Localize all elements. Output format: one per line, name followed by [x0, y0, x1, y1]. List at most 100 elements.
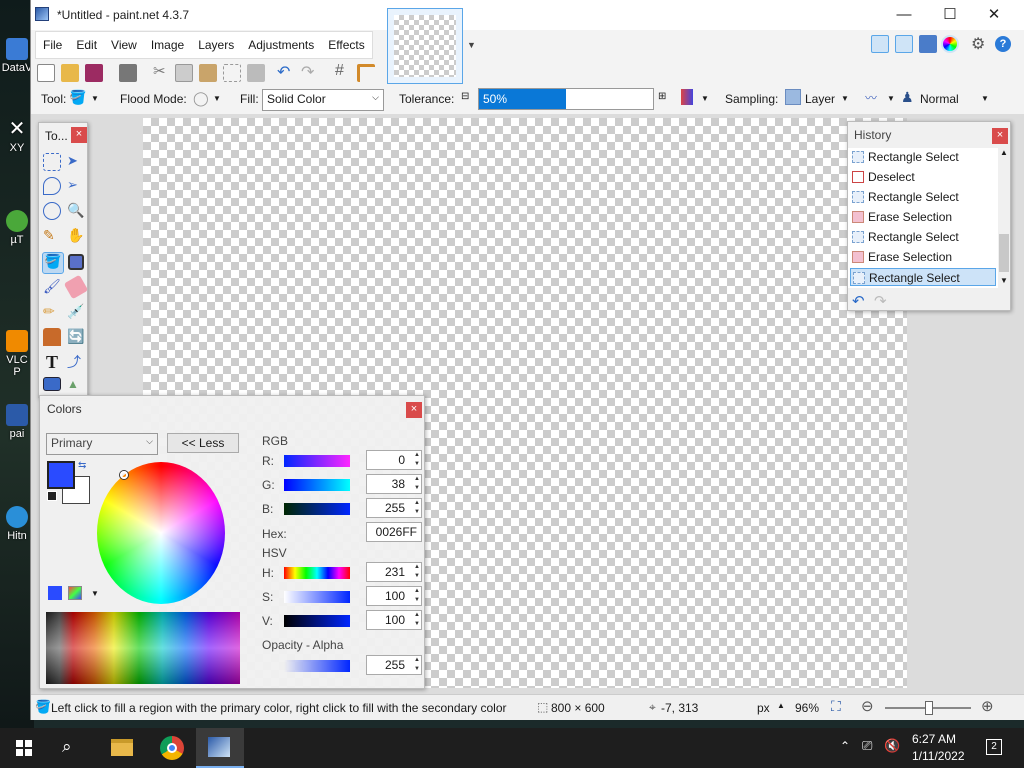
color-wheel-handle[interactable] [120, 471, 128, 479]
antialiasing-icon[interactable]: 〰 [865, 89, 877, 106]
menu-layers[interactable]: Layers [191, 32, 241, 58]
blend-mode-icon[interactable] [681, 89, 693, 105]
rulers-icon[interactable] [357, 64, 375, 82]
redo-icon[interactable]: ↷ [301, 62, 314, 82]
save-icon[interactable] [85, 64, 103, 82]
lasso-select-tool-icon[interactable] [43, 177, 61, 195]
saturation-input[interactable]: 100 ▲ ▼ [366, 586, 422, 606]
spinner-arrows-icon[interactable]: ▲ ▼ [414, 563, 420, 581]
desktop-icon-xy[interactable]: ✕ XY [0, 118, 34, 154]
history-item[interactable]: Erase Selection [850, 248, 996, 266]
zoom-level[interactable]: 96% [795, 701, 819, 715]
maximize-button[interactable]: ☐ [927, 0, 973, 30]
pan-tool-icon[interactable]: ✋ [67, 227, 85, 245]
desktop-icon-vlc[interactable]: VLC P [0, 330, 34, 378]
move-selection-tool-icon[interactable]: ➢ [67, 177, 85, 195]
copy-icon[interactable] [175, 64, 193, 82]
recolor-tool-icon[interactable]: 🔄 [67, 328, 85, 346]
undo-icon[interactable]: ↶ [277, 62, 290, 82]
text-tool-icon[interactable]: T [43, 352, 61, 372]
blue-slider[interactable] [284, 503, 350, 515]
volume-muted-icon[interactable]: 🔇 [884, 738, 900, 754]
blend-mode-dropdown-icon[interactable]: ▼ [981, 94, 989, 103]
tools-panel-close-icon[interactable]: × [71, 127, 87, 143]
palette-dropdown-icon[interactable]: ▼ [91, 589, 99, 598]
settings-gear-icon[interactable]: ⚙ [971, 34, 985, 54]
ellipse-select-tool-icon[interactable] [43, 202, 61, 220]
close-button[interactable]: ✕ [971, 0, 1017, 30]
antialiasing-dropdown-icon[interactable]: ▼ [887, 94, 895, 103]
spinner-arrows-icon[interactable]: ▲ ▼ [414, 451, 420, 469]
zoom-out-icon[interactable]: ⊖ [861, 697, 874, 715]
paint-bucket-icon[interactable]: 🪣 [69, 89, 86, 106]
primary-color-swatch[interactable] [47, 461, 75, 489]
image-tab-thumbnail[interactable] [387, 8, 463, 84]
hue-slider[interactable] [284, 567, 350, 579]
print-icon[interactable] [119, 64, 137, 82]
paintnet-taskbar-button[interactable] [196, 728, 244, 768]
red-slider[interactable] [284, 455, 350, 467]
saturation-slider[interactable] [284, 591, 350, 603]
green-input[interactable]: 38 ▲ ▼ [366, 474, 422, 494]
tolerance-collapse-icon[interactable]: ⊟ [461, 91, 469, 102]
paintbrush-tool-icon[interactable]: 🖌 [43, 278, 61, 296]
tolerance-slider[interactable]: 50% [478, 88, 654, 110]
menu-image[interactable]: Image [144, 32, 191, 58]
blend-value[interactable]: Normal [920, 92, 959, 106]
windows-start-icon[interactable] [16, 740, 32, 756]
shapes-tool-icon[interactable] [43, 377, 61, 391]
color-wheel[interactable] [97, 462, 225, 604]
spinner-arrows-icon[interactable]: ▲ ▼ [414, 611, 420, 629]
alpha-slider[interactable] [284, 660, 350, 672]
scroll-up-icon[interactable]: ▲ [1000, 148, 1008, 157]
line-curve-tool-icon[interactable]: ⤴ [67, 352, 85, 370]
open-file-icon[interactable] [61, 64, 79, 82]
desktop-icon-datav[interactable]: DataV [0, 38, 34, 74]
value-slider[interactable] [284, 615, 350, 627]
tools-window-toggle-icon[interactable] [871, 35, 889, 53]
paint-bucket-tool-icon[interactable]: 🪣 [42, 252, 64, 274]
desktop-icon-hitman[interactable]: Hitn [0, 506, 34, 542]
new-file-icon[interactable] [37, 64, 55, 82]
menu-file[interactable]: File [36, 32, 69, 58]
chrome-icon[interactable] [160, 736, 184, 760]
alpha-input[interactable]: 255 ▲ ▼ [366, 655, 422, 675]
spinner-arrows-icon[interactable]: ▲ ▼ [414, 587, 420, 605]
history-undo-icon[interactable]: ↶ [852, 292, 865, 310]
tool-dropdown-icon[interactable]: ▼ [91, 94, 99, 103]
menu-effects[interactable]: Effects [321, 32, 371, 58]
red-input[interactable]: 0 ▲ ▼ [366, 450, 422, 470]
rectangle-select-tool-icon[interactable] [43, 153, 61, 171]
flood-mode-dropdown-icon[interactable]: ▼ [213, 94, 221, 103]
scroll-down-icon[interactable]: ▼ [1000, 276, 1008, 285]
zoom-tool-icon[interactable]: 🔍 [67, 202, 85, 220]
history-panel-close-icon[interactable]: × [992, 128, 1008, 144]
unit-dropdown-icon[interactable]: ▲ [777, 701, 785, 710]
hue-input[interactable]: 231 ▲ ▼ [366, 562, 422, 582]
history-scrollbar-thumb[interactable] [999, 234, 1009, 272]
grid-icon[interactable]: # [335, 62, 344, 80]
history-item-selected[interactable]: Rectangle Select [850, 268, 996, 286]
history-item[interactable]: Rectangle Select [850, 148, 996, 166]
cut-icon[interactable]: ✂ [153, 62, 166, 80]
palette-menu-icon[interactable] [68, 586, 82, 600]
value-input[interactable]: 100 ▲ ▼ [366, 610, 422, 630]
colors-window-toggle-icon[interactable] [941, 35, 959, 53]
history-item[interactable]: Rectangle Select [850, 228, 996, 246]
spinner-arrows-icon[interactable]: ▲ ▼ [414, 499, 420, 517]
color-mode-select[interactable]: Primary ⌵ [46, 433, 158, 455]
less-button[interactable]: << Less [167, 433, 239, 453]
blend-dropdown-icon[interactable]: ▼ [701, 94, 709, 103]
clone-stamp-tool-icon[interactable] [43, 328, 61, 346]
color-picker-tool-icon[interactable]: 💉 [67, 303, 85, 321]
reset-colors-icon[interactable] [47, 491, 57, 501]
triangle-shape-icon[interactable]: ▲ [67, 377, 85, 391]
crop-to-selection-icon[interactable] [223, 64, 241, 82]
history-item[interactable]: Erase Selection [850, 208, 996, 226]
network-icon[interactable]: ⎚ [862, 738, 872, 754]
zoom-to-window-icon[interactable]: ⛶ [831, 698, 841, 715]
history-item[interactable]: Rectangle Select [850, 188, 996, 206]
sampling-value[interactable]: Layer [805, 92, 835, 106]
color-palette-grid[interactable] [46, 612, 240, 684]
desktop-icon-utorrent[interactable]: µT [0, 210, 34, 246]
